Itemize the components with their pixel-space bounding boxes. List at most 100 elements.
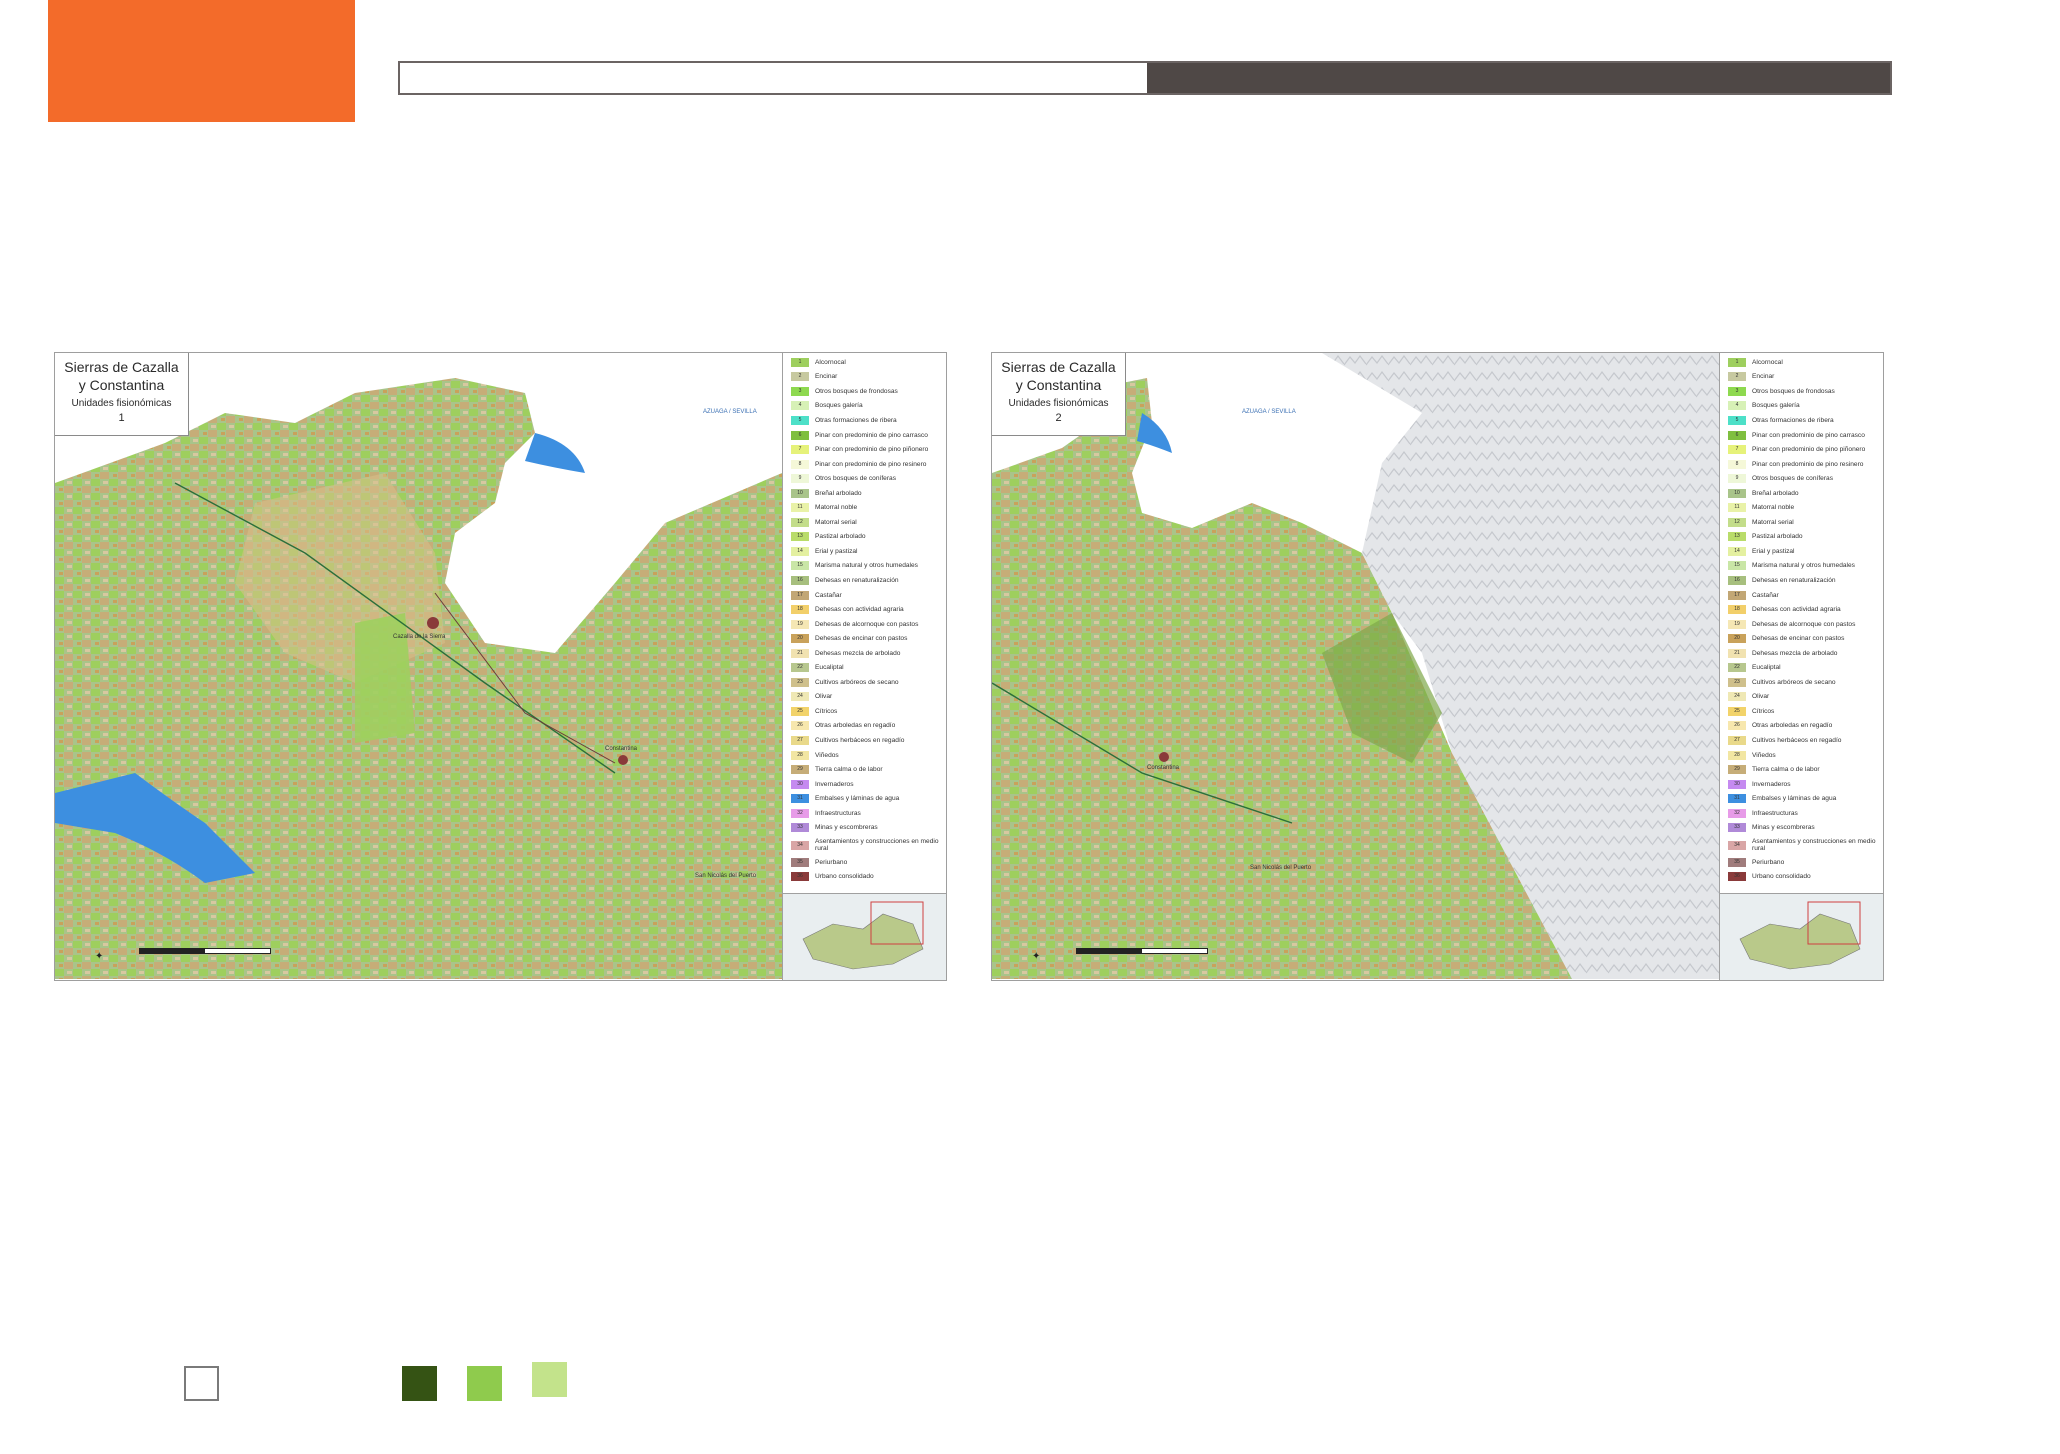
legend-swatch: 6 (791, 430, 809, 440)
legend-item: 34 Asentamientos y construcciones en medi… (783, 835, 946, 855)
legend-item: 3 Otros bosques de frondosas (1720, 384, 1883, 399)
legend-swatch: 22 (1728, 663, 1746, 673)
legend-label: Periurbano (1752, 858, 1785, 866)
legend-item: 11 Matorral noble (783, 500, 946, 515)
legend-label: Eucaliptal (815, 664, 844, 672)
legend-item: 8 Pinar con predominio de pino resinero (783, 457, 946, 472)
legend-swatch: 3 (791, 386, 809, 396)
legend-item: 35 Periurbano (1720, 855, 1883, 870)
legend-item: 11 Matorral noble (1720, 500, 1883, 515)
legend-label: Infraestructuras (815, 809, 861, 817)
legend-label: Dehesas de alcornoque con pastos (1752, 620, 1856, 628)
north-arrow-icon: ✦ (1032, 951, 1041, 962)
legend-label: Otros bosques de coníferas (815, 475, 897, 483)
legend-label: Invernaderos (815, 780, 854, 788)
legend-swatch: 27 (1728, 735, 1746, 745)
legend-swatch: 14 (1728, 546, 1746, 556)
map-subtitle: Unidades fisionómicas (1008, 398, 1109, 409)
legend-label: Castañar (1752, 591, 1779, 599)
legend-label: Matorral noble (815, 504, 858, 512)
legend-item: 30 Invernaderos (1720, 777, 1883, 792)
legend-label: Cultivos arbóreos de secano (815, 678, 899, 686)
legend-item: 24 Olivar (1720, 690, 1883, 705)
map-1-terrain (55, 378, 782, 979)
north-arrow-icon: ✦ (95, 951, 104, 962)
legend-label: Cítricos (1752, 707, 1775, 715)
legend-item: 17 Castañar (1720, 588, 1883, 603)
legend-label: Invernaderos (1752, 780, 1791, 788)
legend-item: 4 Bosques galería (783, 399, 946, 414)
legend-item: 8 Pinar con predominio de pino resinero (1720, 457, 1883, 472)
legend-item: 35 Periurbano (783, 855, 946, 870)
legend-label: Bosques galería (815, 402, 863, 410)
legend-item: 30 Invernaderos (783, 777, 946, 792)
legend-label: Olivar (1752, 693, 1770, 701)
map-title-box: Sierras de Cazalla y Constantina Unidade… (992, 353, 1126, 436)
legend-label: Cítricos (815, 707, 838, 715)
legend-item: 4 Bosques galería (1720, 399, 1883, 414)
map-panel-1: Cazalla de la Sierra Constantina San Nic… (54, 352, 947, 981)
legend-label: Otras formaciones de ribera (1752, 416, 1834, 424)
map-legend: 1 Alcornocal 2 Encinar 3 Otros bosques de fro… (782, 353, 946, 895)
legend-label: Dehesas en renaturalización (1752, 576, 1836, 584)
legend-label: Infraestructuras (1752, 809, 1798, 817)
legend-label: Eucaliptal (1752, 664, 1781, 672)
key-swatch-mid-green (467, 1366, 502, 1401)
legend-item: 12 Matorral serial (783, 515, 946, 530)
legend-item: 29 Tierra calma o de labor (783, 762, 946, 777)
legend-swatch: 17 (1728, 590, 1746, 600)
legend-swatch: 30 (791, 779, 809, 789)
legend-label: Tierra calma o de labor (815, 766, 883, 774)
legend-item: 14 Erial y pastizal (1720, 544, 1883, 559)
legend-swatch: 17 (791, 590, 809, 600)
legend-swatch: 26 (791, 721, 809, 731)
legend-item: 9 Otros bosques de coníferas (783, 471, 946, 486)
legend-swatch: 11 (791, 503, 809, 513)
legend-label: Otros bosques de coníferas (1752, 475, 1834, 483)
legend-item: 32 Infraestructuras (783, 806, 946, 821)
legend-item: 27 Cultivos herbáceos en regadío (783, 733, 946, 748)
legend-label: Castañar (815, 591, 842, 599)
legend-item: 28 Viñedos (1720, 748, 1883, 763)
legend-swatch: 2 (1728, 372, 1746, 382)
legend-label: Pinar con predominio de pino carrasco (1752, 431, 1865, 439)
legend-item: 26 Otras arboledas en regadío (783, 719, 946, 734)
legend-label: Asentamientos y construcciones en medio … (815, 838, 939, 853)
legend-swatch: 7 (1728, 445, 1746, 455)
legend-item: 36 Urbano consolidado (1720, 870, 1883, 885)
legend-swatch: 36 (791, 872, 809, 882)
legend-swatch: 9 (791, 474, 809, 484)
legend-item: 14 Erial y pastizal (783, 544, 946, 559)
legend-swatch: 14 (791, 546, 809, 556)
legend-item: 18 Dehesas con actividad agraria (1720, 602, 1883, 617)
legend-label: Otras formaciones de ribera (815, 416, 897, 424)
legend-swatch: 8 (791, 459, 809, 469)
legend-label: Bosques galería (1752, 402, 1800, 410)
legend-label: Otros bosques de frondosas (815, 387, 898, 395)
legend-swatch: 20 (1728, 634, 1746, 644)
legend-label: Marisma natural y otros humedales (815, 562, 918, 570)
legend-label: Pastizal arbolado (815, 533, 866, 541)
location-inset-map (782, 893, 946, 980)
legend-swatch: 7 (791, 445, 809, 455)
legend-label: Matorral serial (815, 518, 857, 526)
legend-label: Dehesas mezcla de arbolado (815, 649, 901, 657)
legend-swatch: 2 (791, 372, 809, 382)
map-title-line-1: Sierras de Cazalla (64, 359, 179, 375)
legend-label: Alcornocal (815, 358, 846, 366)
legend-label: Encinar (815, 373, 838, 381)
key-swatch-white (184, 1366, 219, 1401)
legend-label: Dehesas mezcla de arbolado (1752, 649, 1838, 657)
legend-item: 1 Alcornocal (783, 355, 946, 370)
legend-item: 13 Pastizal arbolado (1720, 530, 1883, 545)
legend-swatch: 5 (1728, 415, 1746, 425)
legend-label: Dehesas en renaturalización (815, 576, 899, 584)
legend-item: 16 Dehesas en renaturalización (783, 573, 946, 588)
scale-bar (139, 948, 271, 954)
legend-label: Viñedos (1752, 751, 1776, 759)
legend-item: 34 Asentamientos y construcciones en medi… (1720, 835, 1883, 855)
legend-item: 20 Dehesas de encinar con pastos (1720, 631, 1883, 646)
legend-swatch: 18 (1728, 605, 1746, 615)
map-title-line-2: y Constantina (78, 377, 165, 393)
map-number: 2 (1055, 412, 1062, 424)
